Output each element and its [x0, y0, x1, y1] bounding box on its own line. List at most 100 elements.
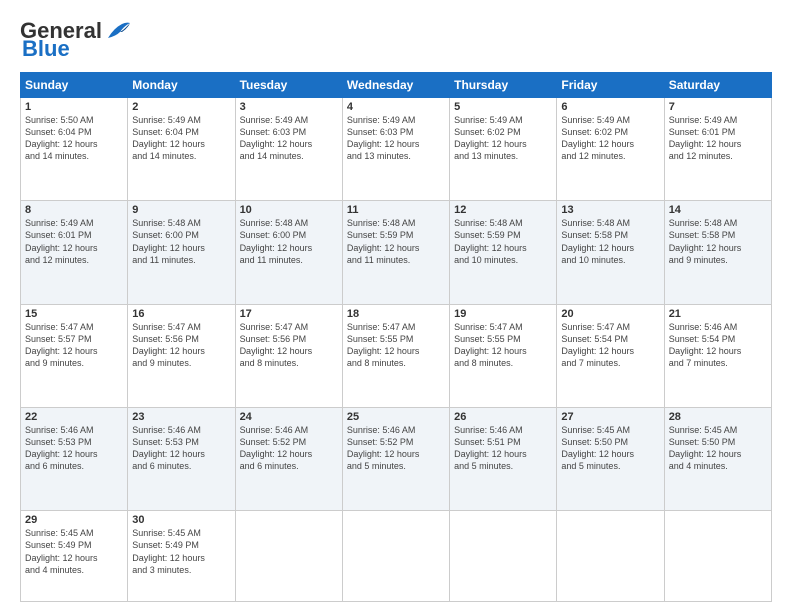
calendar-cell: 21Sunrise: 5:46 AM Sunset: 5:54 PM Dayli…	[664, 304, 771, 407]
calendar-cell: 19Sunrise: 5:47 AM Sunset: 5:55 PM Dayli…	[450, 304, 557, 407]
day-number: 17	[240, 308, 338, 320]
weekday-header-thursday: Thursday	[450, 73, 557, 98]
day-info: Sunrise: 5:46 AM Sunset: 5:53 PM Dayligh…	[25, 424, 123, 473]
day-info: Sunrise: 5:48 AM Sunset: 6:00 PM Dayligh…	[132, 217, 230, 266]
day-info: Sunrise: 5:45 AM Sunset: 5:50 PM Dayligh…	[669, 424, 767, 473]
calendar-cell	[450, 511, 557, 602]
calendar-cell: 6Sunrise: 5:49 AM Sunset: 6:02 PM Daylig…	[557, 98, 664, 201]
calendar-cell	[664, 511, 771, 602]
calendar-cell: 15Sunrise: 5:47 AM Sunset: 5:57 PM Dayli…	[21, 304, 128, 407]
day-info: Sunrise: 5:49 AM Sunset: 6:01 PM Dayligh…	[669, 114, 767, 163]
weekday-header-wednesday: Wednesday	[342, 73, 449, 98]
day-info: Sunrise: 5:48 AM Sunset: 5:58 PM Dayligh…	[561, 217, 659, 266]
calendar-cell: 7Sunrise: 5:49 AM Sunset: 6:01 PM Daylig…	[664, 98, 771, 201]
day-number: 5	[454, 101, 552, 113]
calendar-cell: 12Sunrise: 5:48 AM Sunset: 5:59 PM Dayli…	[450, 201, 557, 304]
day-number: 11	[347, 204, 445, 216]
day-info: Sunrise: 5:49 AM Sunset: 6:02 PM Dayligh…	[454, 114, 552, 163]
day-info: Sunrise: 5:45 AM Sunset: 5:49 PM Dayligh…	[25, 527, 123, 576]
day-number: 13	[561, 204, 659, 216]
day-info: Sunrise: 5:47 AM Sunset: 5:56 PM Dayligh…	[240, 321, 338, 370]
day-info: Sunrise: 5:46 AM Sunset: 5:51 PM Dayligh…	[454, 424, 552, 473]
calendar-cell: 5Sunrise: 5:49 AM Sunset: 6:02 PM Daylig…	[450, 98, 557, 201]
weekday-header-monday: Monday	[128, 73, 235, 98]
logo: General Blue	[20, 18, 132, 62]
day-number: 28	[669, 411, 767, 423]
calendar-cell: 28Sunrise: 5:45 AM Sunset: 5:50 PM Dayli…	[664, 407, 771, 510]
day-number: 9	[132, 204, 230, 216]
day-info: Sunrise: 5:47 AM Sunset: 5:57 PM Dayligh…	[25, 321, 123, 370]
day-info: Sunrise: 5:47 AM Sunset: 5:54 PM Dayligh…	[561, 321, 659, 370]
day-number: 22	[25, 411, 123, 423]
day-number: 12	[454, 204, 552, 216]
day-number: 14	[669, 204, 767, 216]
day-info: Sunrise: 5:46 AM Sunset: 5:53 PM Dayligh…	[132, 424, 230, 473]
calendar-cell: 8Sunrise: 5:49 AM Sunset: 6:01 PM Daylig…	[21, 201, 128, 304]
day-info: Sunrise: 5:49 AM Sunset: 6:03 PM Dayligh…	[347, 114, 445, 163]
day-number: 2	[132, 101, 230, 113]
day-info: Sunrise: 5:46 AM Sunset: 5:52 PM Dayligh…	[240, 424, 338, 473]
day-number: 16	[132, 308, 230, 320]
day-number: 20	[561, 308, 659, 320]
day-number: 10	[240, 204, 338, 216]
calendar-cell: 24Sunrise: 5:46 AM Sunset: 5:52 PM Dayli…	[235, 407, 342, 510]
day-info: Sunrise: 5:45 AM Sunset: 5:50 PM Dayligh…	[561, 424, 659, 473]
day-info: Sunrise: 5:48 AM Sunset: 6:00 PM Dayligh…	[240, 217, 338, 266]
day-number: 4	[347, 101, 445, 113]
calendar-cell: 20Sunrise: 5:47 AM Sunset: 5:54 PM Dayli…	[557, 304, 664, 407]
page-header: General Blue	[20, 18, 772, 62]
day-info: Sunrise: 5:48 AM Sunset: 5:59 PM Dayligh…	[454, 217, 552, 266]
day-number: 27	[561, 411, 659, 423]
calendar-cell: 13Sunrise: 5:48 AM Sunset: 5:58 PM Dayli…	[557, 201, 664, 304]
weekday-header-saturday: Saturday	[664, 73, 771, 98]
day-number: 7	[669, 101, 767, 113]
day-number: 1	[25, 101, 123, 113]
calendar-cell: 27Sunrise: 5:45 AM Sunset: 5:50 PM Dayli…	[557, 407, 664, 510]
day-info: Sunrise: 5:50 AM Sunset: 6:04 PM Dayligh…	[25, 114, 123, 163]
calendar-cell: 29Sunrise: 5:45 AM Sunset: 5:49 PM Dayli…	[21, 511, 128, 602]
calendar-cell	[342, 511, 449, 602]
calendar-cell: 23Sunrise: 5:46 AM Sunset: 5:53 PM Dayli…	[128, 407, 235, 510]
day-info: Sunrise: 5:47 AM Sunset: 5:55 PM Dayligh…	[454, 321, 552, 370]
day-info: Sunrise: 5:48 AM Sunset: 5:58 PM Dayligh…	[669, 217, 767, 266]
day-number: 3	[240, 101, 338, 113]
day-number: 18	[347, 308, 445, 320]
calendar-table: SundayMondayTuesdayWednesdayThursdayFrid…	[20, 72, 772, 602]
weekday-header-tuesday: Tuesday	[235, 73, 342, 98]
calendar-cell: 25Sunrise: 5:46 AM Sunset: 5:52 PM Dayli…	[342, 407, 449, 510]
weekday-header-friday: Friday	[557, 73, 664, 98]
logo-blue: Blue	[22, 36, 70, 62]
calendar-cell: 9Sunrise: 5:48 AM Sunset: 6:00 PM Daylig…	[128, 201, 235, 304]
day-number: 26	[454, 411, 552, 423]
day-info: Sunrise: 5:46 AM Sunset: 5:52 PM Dayligh…	[347, 424, 445, 473]
logo-bird-icon	[104, 20, 132, 42]
day-info: Sunrise: 5:49 AM Sunset: 6:04 PM Dayligh…	[132, 114, 230, 163]
day-info: Sunrise: 5:47 AM Sunset: 5:56 PM Dayligh…	[132, 321, 230, 370]
day-info: Sunrise: 5:49 AM Sunset: 6:03 PM Dayligh…	[240, 114, 338, 163]
calendar-cell: 10Sunrise: 5:48 AM Sunset: 6:00 PM Dayli…	[235, 201, 342, 304]
calendar-header-row: SundayMondayTuesdayWednesdayThursdayFrid…	[21, 73, 772, 98]
calendar-cell: 17Sunrise: 5:47 AM Sunset: 5:56 PM Dayli…	[235, 304, 342, 407]
day-info: Sunrise: 5:47 AM Sunset: 5:55 PM Dayligh…	[347, 321, 445, 370]
calendar-cell: 18Sunrise: 5:47 AM Sunset: 5:55 PM Dayli…	[342, 304, 449, 407]
day-info: Sunrise: 5:46 AM Sunset: 5:54 PM Dayligh…	[669, 321, 767, 370]
day-info: Sunrise: 5:48 AM Sunset: 5:59 PM Dayligh…	[347, 217, 445, 266]
calendar-cell: 26Sunrise: 5:46 AM Sunset: 5:51 PM Dayli…	[450, 407, 557, 510]
day-number: 19	[454, 308, 552, 320]
day-info: Sunrise: 5:49 AM Sunset: 6:01 PM Dayligh…	[25, 217, 123, 266]
day-number: 6	[561, 101, 659, 113]
day-info: Sunrise: 5:49 AM Sunset: 6:02 PM Dayligh…	[561, 114, 659, 163]
calendar-cell: 1Sunrise: 5:50 AM Sunset: 6:04 PM Daylig…	[21, 98, 128, 201]
weekday-header-sunday: Sunday	[21, 73, 128, 98]
day-number: 25	[347, 411, 445, 423]
day-info: Sunrise: 5:45 AM Sunset: 5:49 PM Dayligh…	[132, 527, 230, 576]
calendar-cell: 22Sunrise: 5:46 AM Sunset: 5:53 PM Dayli…	[21, 407, 128, 510]
calendar-cell	[557, 511, 664, 602]
calendar-cell: 11Sunrise: 5:48 AM Sunset: 5:59 PM Dayli…	[342, 201, 449, 304]
day-number: 8	[25, 204, 123, 216]
calendar-cell: 16Sunrise: 5:47 AM Sunset: 5:56 PM Dayli…	[128, 304, 235, 407]
calendar-cell: 4Sunrise: 5:49 AM Sunset: 6:03 PM Daylig…	[342, 98, 449, 201]
calendar-cell: 2Sunrise: 5:49 AM Sunset: 6:04 PM Daylig…	[128, 98, 235, 201]
calendar-cell	[235, 511, 342, 602]
day-number: 24	[240, 411, 338, 423]
